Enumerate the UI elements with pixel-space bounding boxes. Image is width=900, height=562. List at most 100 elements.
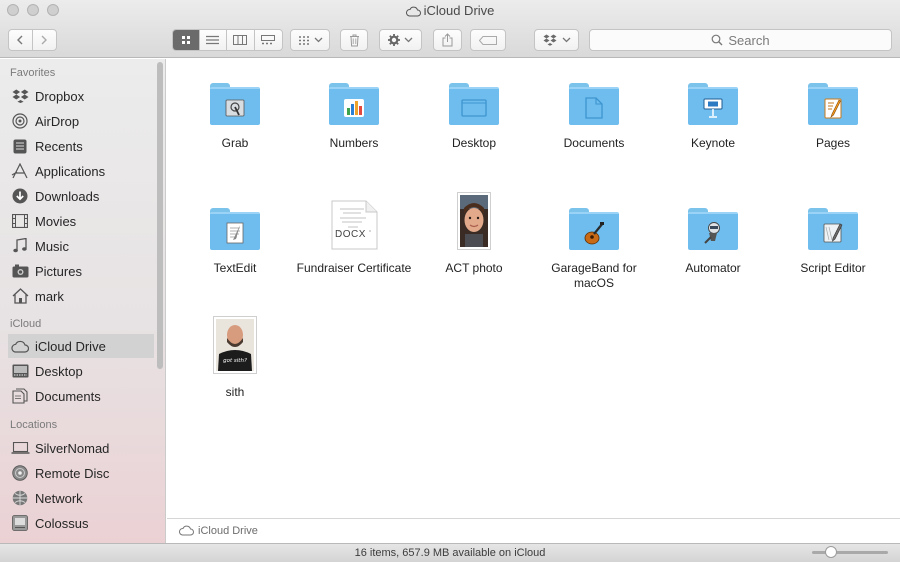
list-icon (206, 35, 220, 45)
cloud-icon (10, 337, 30, 355)
sidebar-item-colossus[interactable]: Colossus (8, 511, 154, 535)
back-button[interactable] (9, 30, 33, 50)
group-by-button[interactable] (290, 29, 330, 51)
network-icon (10, 489, 30, 507)
action-menu-button[interactable] (379, 29, 422, 51)
file-item-act-photo[interactable]: ACT photo (415, 190, 533, 276)
path-bar[interactable]: iCloud Drive (167, 518, 900, 542)
window-title: iCloud Drive (0, 3, 900, 20)
file-item-textedit[interactable]: TextEdit (176, 190, 294, 276)
slider-knob[interactable] (825, 546, 837, 558)
sidebar-item-music[interactable]: Music (8, 234, 154, 258)
delete-button[interactable] (340, 29, 368, 51)
sidebar-item-icloud-drive[interactable]: iCloud Drive (8, 334, 154, 358)
disc-icon (10, 464, 30, 482)
sidebar-heading-favorites: Favorites (10, 67, 56, 79)
search-placeholder: Search (728, 32, 770, 48)
columns-icon (233, 35, 248, 45)
file-item-grab[interactable]: Grab (176, 65, 294, 151)
home-icon (10, 287, 30, 305)
file-item-script-editor[interactable]: Script Editor (774, 190, 892, 276)
sidebar-heading-icloud: iCloud (10, 318, 42, 330)
file-item-keynote[interactable]: Keynote (654, 65, 772, 151)
sidebar-item-applications[interactable]: Applications (8, 159, 154, 183)
pages-folder-icon (808, 83, 858, 125)
column-view-button[interactable] (227, 30, 255, 50)
file-item-automator[interactable]: Automator (654, 190, 772, 276)
sidebar-item-mark[interactable]: mark (8, 284, 154, 308)
laptop-icon (10, 439, 30, 457)
desktop-folder-icon (449, 83, 499, 125)
cloud-icon (405, 5, 421, 20)
numbers-folder-icon (329, 83, 379, 125)
finder-window: iCloud Drive Search Favorites Dropbox Ai… (0, 0, 900, 562)
share-icon (442, 33, 453, 47)
forward-button[interactable] (33, 30, 56, 50)
sidebar-item-movies[interactable]: Movies (8, 209, 154, 233)
file-item-documents[interactable]: Documents (535, 65, 653, 151)
toolbar: iCloud Drive Search (0, 0, 900, 58)
view-mode-control (172, 29, 283, 51)
trash-icon (349, 34, 359, 46)
music-icon (10, 237, 30, 255)
pictures-icon (10, 262, 30, 280)
script-editor-folder-icon (808, 208, 858, 250)
gallery-view-button[interactable] (255, 30, 282, 50)
sidebar-item-documents[interactable]: Documents (8, 384, 154, 408)
navigation-buttons (8, 29, 57, 51)
tags-button[interactable] (470, 29, 506, 51)
dropbox-icon (543, 34, 556, 46)
group-grid-icon (298, 35, 309, 45)
file-browser: Grab Numbers Desktop Documents Keynote P… (167, 59, 900, 518)
icon-view-button[interactable] (173, 30, 200, 50)
sidebar-item-pictures[interactable]: Pictures (8, 259, 154, 283)
file-item-pages[interactable]: Pages (774, 65, 892, 151)
search-field[interactable]: Search (589, 29, 892, 51)
sidebar-item-network[interactable]: Network (8, 486, 154, 510)
search-icon (711, 34, 723, 46)
textedit-folder-icon (210, 208, 260, 250)
sidebar-item-desktop[interactable]: Desktop (8, 359, 154, 383)
sidebar-scrollbar[interactable] (157, 62, 163, 369)
file-item-numbers[interactable]: Numbers (295, 65, 413, 151)
sidebar: Favorites Dropbox AirDrop Recents Applic… (0, 59, 166, 543)
chevron-down-icon (404, 37, 413, 43)
file-item-fundraiser-certificate[interactable]: DOCX Fundraiser Certificate (295, 190, 413, 276)
docx-badge: DOCX (335, 229, 366, 240)
sith-photo-thumbnail: got sith? (213, 316, 257, 374)
share-button[interactable] (433, 29, 462, 51)
file-item-desktop[interactable]: Desktop (415, 65, 533, 151)
garageband-folder-icon (569, 208, 619, 250)
gear-icon (388, 34, 400, 46)
documents-folder-icon (569, 83, 619, 125)
sidebar-item-silvernomad[interactable]: SilverNomad (8, 436, 154, 460)
automator-folder-icon (688, 208, 738, 250)
recents-icon (10, 137, 30, 155)
file-item-sith[interactable]: got sith? sith (176, 314, 294, 400)
sidebar-item-downloads[interactable]: Downloads (8, 184, 154, 208)
sidebar-item-recents[interactable]: Recents (8, 134, 154, 158)
icon-size-slider[interactable] (812, 546, 888, 558)
status-text: 16 items, 657.9 MB available on iCloud (354, 547, 546, 559)
file-item-garageband[interactable]: GarageBand for macOS (535, 190, 653, 291)
gallery-icon (261, 35, 276, 45)
drive-icon (10, 514, 30, 532)
chevron-left-icon (17, 35, 23, 45)
sidebar-item-remote-disc[interactable]: Remote Disc (8, 461, 154, 485)
movies-icon (10, 212, 30, 230)
downloads-icon (10, 187, 30, 205)
sidebar-item-airdrop[interactable]: AirDrop (8, 109, 154, 133)
cloud-icon (179, 525, 194, 536)
dropbox-menu-button[interactable] (534, 29, 579, 51)
shirt-text: got sith? (223, 358, 247, 364)
path-bar-label: iCloud Drive (198, 524, 258, 537)
list-view-button[interactable] (200, 30, 228, 50)
sidebar-item-dropbox[interactable]: Dropbox (8, 84, 154, 108)
applications-icon (10, 162, 30, 180)
chevron-right-icon (41, 35, 48, 45)
sidebar-heading-locations: Locations (10, 419, 58, 431)
dropbox-icon (10, 87, 30, 105)
portrait-photo-thumbnail (457, 192, 491, 250)
chevron-down-icon (314, 37, 322, 43)
tag-icon (479, 35, 497, 45)
